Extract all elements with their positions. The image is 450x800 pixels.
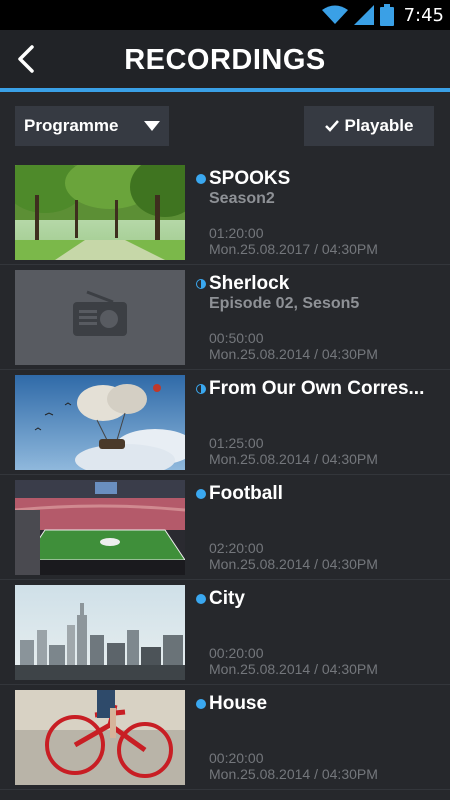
clock: 7:45 bbox=[403, 4, 444, 26]
recording-item[interactable]: House 00:20:00 Mon.25.08.2014 / 04:30PM bbox=[0, 685, 450, 790]
thumbnail-balloon bbox=[15, 375, 185, 470]
playable-toggle[interactable]: Playable bbox=[304, 106, 434, 146]
signal-icon bbox=[353, 5, 374, 25]
recording-duration: 00:50:00 bbox=[209, 330, 264, 346]
thumbnail-bicycle bbox=[15, 690, 185, 785]
page-title: RECORDINGS bbox=[124, 44, 326, 76]
toggle-label: Playable bbox=[344, 116, 414, 135]
status-bar: 7:45 bbox=[0, 0, 450, 30]
recording-date: Mon.25.08.2014 / 04:30PM bbox=[209, 451, 378, 467]
recording-title: From Our Own Corres... bbox=[209, 378, 425, 399]
recording-subtitle: Episode 02, Seson5 bbox=[209, 295, 360, 312]
radio-icon bbox=[73, 290, 127, 336]
thumbnail-placeholder bbox=[15, 270, 185, 365]
recording-item[interactable]: Football 02:20:00 Mon.25.08.2014 / 04:30… bbox=[0, 475, 450, 580]
dropdown-label: Programme bbox=[24, 116, 119, 135]
thumbnail-stadium bbox=[15, 480, 185, 575]
recording-item[interactable]: City 00:20:00 Mon.25.08.2014 / 04:30PM bbox=[0, 580, 450, 685]
recording-item[interactable]: SPOOKS Season2 01:20:00 Mon.25.08.2017 /… bbox=[0, 160, 450, 265]
recordings-list: SPOOKS Season2 01:20:00 Mon.25.08.2017 /… bbox=[0, 160, 450, 790]
recording-date: Mon.25.08.2014 / 04:30PM bbox=[209, 766, 378, 782]
recording-duration: 00:20:00 bbox=[209, 645, 264, 661]
recording-duration: 01:20:00 bbox=[209, 225, 264, 241]
status-dot bbox=[196, 174, 206, 184]
status-dot bbox=[196, 699, 206, 709]
battery-icon bbox=[379, 4, 394, 26]
recording-title: House bbox=[209, 693, 268, 714]
recording-item[interactable]: Sherlock Episode 02, Seson5 00:50:00 Mon… bbox=[0, 265, 450, 370]
status-dot bbox=[196, 279, 206, 289]
check-icon bbox=[324, 120, 339, 132]
recording-title: Football bbox=[209, 483, 283, 504]
thumbnail-park bbox=[15, 165, 185, 260]
status-icons: 7:45 bbox=[321, 3, 444, 27]
recording-duration: 00:20:00 bbox=[209, 750, 264, 766]
recording-date: Mon.25.08.2014 / 04:30PM bbox=[209, 661, 378, 677]
recording-duration: 02:20:00 bbox=[209, 540, 264, 556]
recording-date: Mon.25.08.2014 / 04:30PM bbox=[209, 556, 378, 572]
status-dot bbox=[196, 594, 206, 604]
recording-date: Mon.25.08.2017 / 04:30PM bbox=[209, 241, 378, 257]
status-dot bbox=[196, 384, 206, 394]
app-header: RECORDINGS bbox=[0, 30, 450, 88]
programme-dropdown[interactable]: Programme bbox=[15, 106, 169, 146]
recording-title: City bbox=[209, 588, 245, 609]
wifi-icon bbox=[321, 5, 348, 24]
recording-title: SPOOKS bbox=[209, 168, 291, 189]
recording-subtitle: Season2 bbox=[209, 190, 275, 207]
filter-bar: Programme Playable bbox=[0, 92, 450, 160]
recording-duration: 01:25:00 bbox=[209, 435, 264, 451]
caret-down-icon bbox=[144, 121, 160, 131]
thumbnail-city bbox=[15, 585, 185, 680]
recording-date: Mon.25.08.2014 / 04:30PM bbox=[209, 346, 378, 362]
recording-item[interactable]: From Our Own Corres... 01:25:00 Mon.25.0… bbox=[0, 370, 450, 475]
recording-title: Sherlock bbox=[209, 273, 290, 294]
status-dot bbox=[196, 489, 206, 499]
